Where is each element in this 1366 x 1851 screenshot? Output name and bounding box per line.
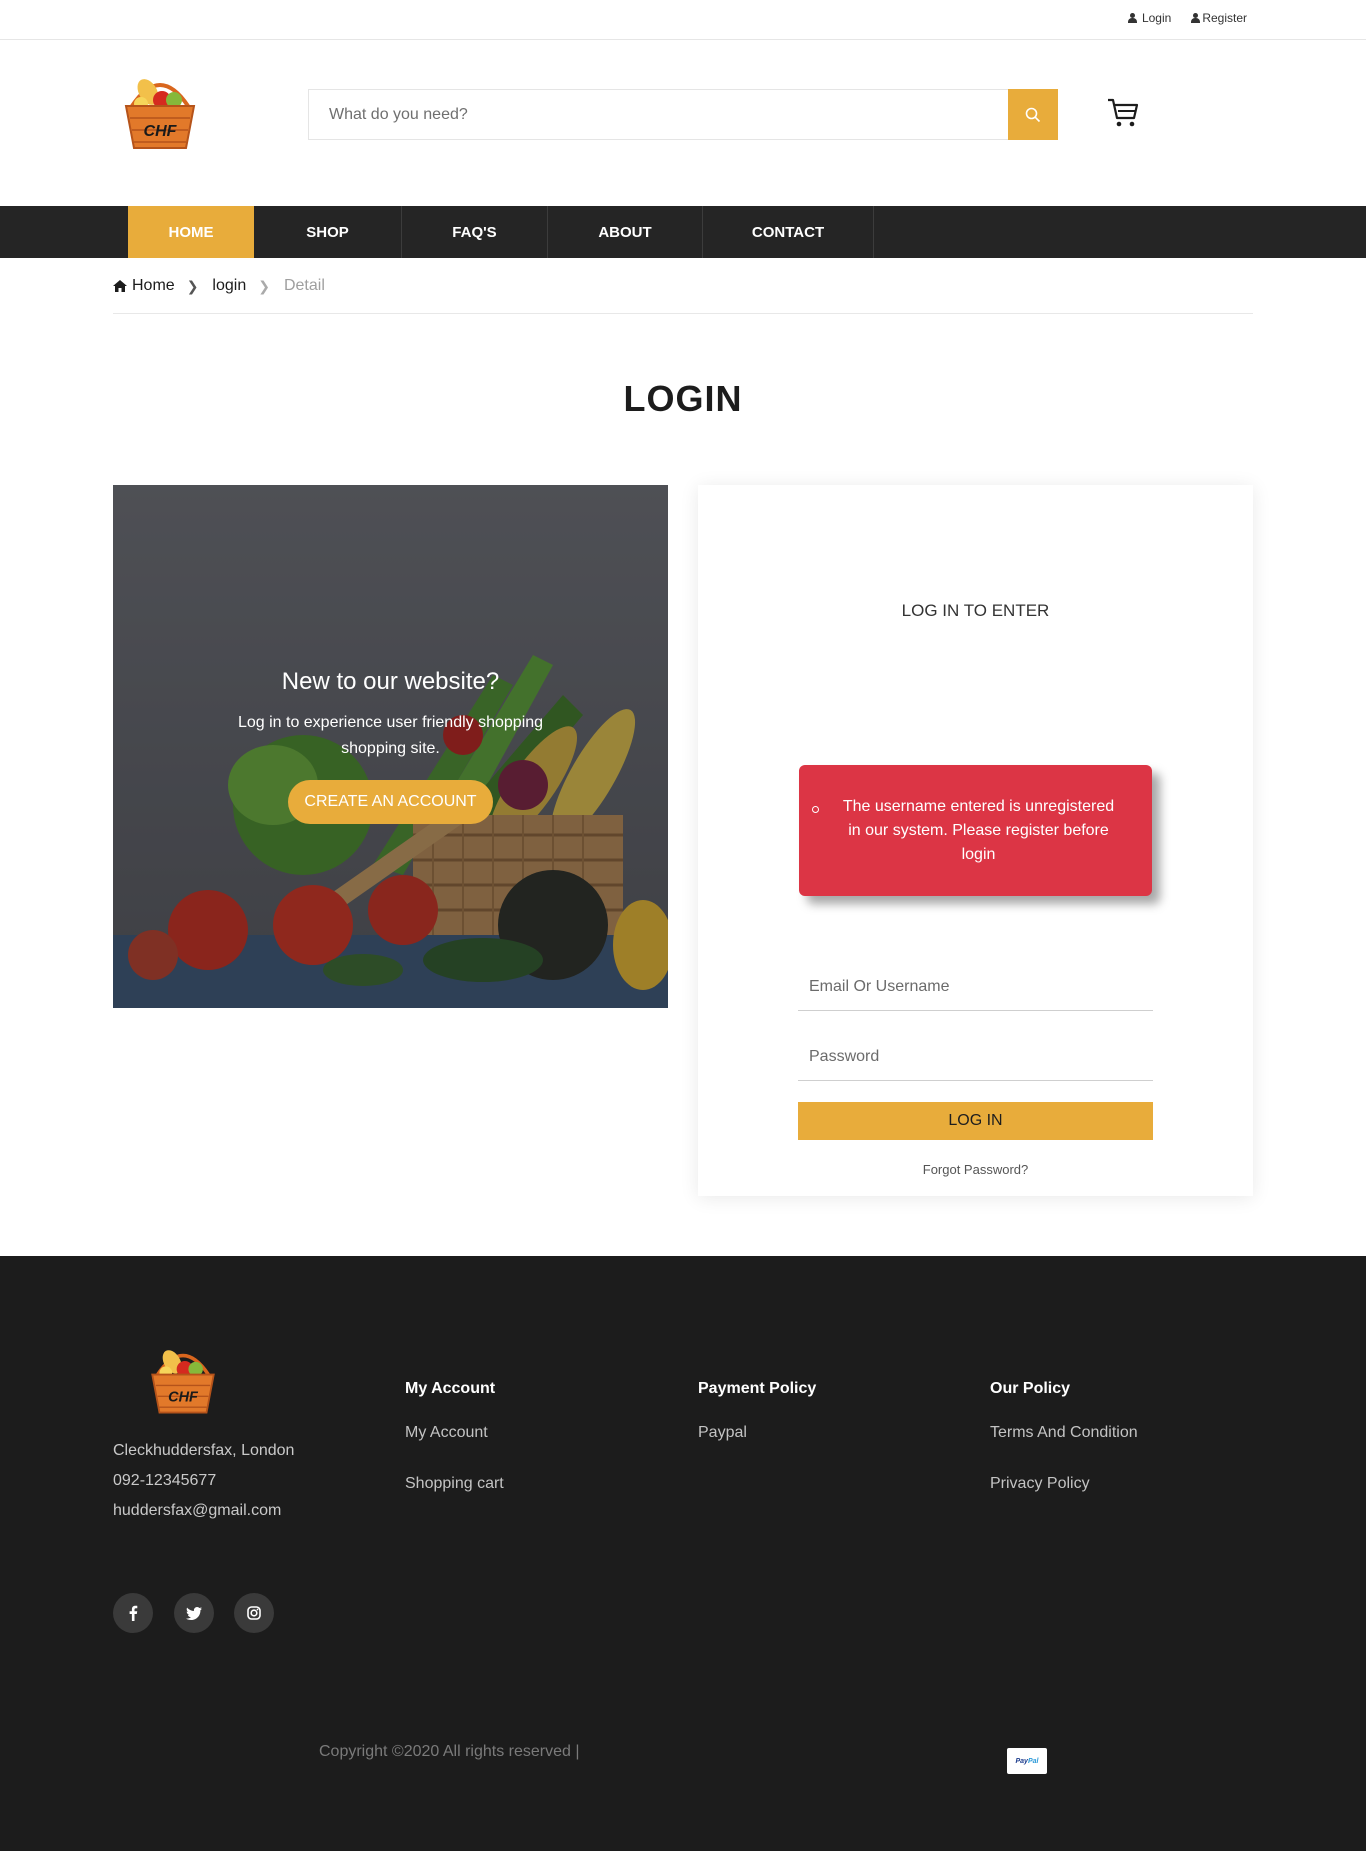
hero-heading: New to our website? [281, 668, 500, 695]
footer-link-my-account[interactable]: My Account [405, 1424, 504, 1442]
hero-content: New to our website? Log in to experience… [113, 668, 668, 824]
nav-item-faqs[interactable]: FAQ'S [402, 206, 548, 258]
register-link-label: Register [1202, 11, 1247, 25]
login-link-label: Login [1141, 11, 1172, 25]
footer-logo[interactable]: CHF [145, 1342, 221, 1418]
page-title: LOGIN [623, 378, 743, 419]
home-icon [113, 280, 127, 292]
chevron-right-icon: ❯ [186, 277, 199, 294]
cart-icon [1108, 98, 1139, 127]
footer: CHF Cleckhuddersfax, London 092-12345677… [0, 1256, 1366, 1851]
search-bar [308, 89, 1058, 140]
new-customer-panel: New to our website? Log in to experience… [113, 485, 668, 1008]
search-icon [1025, 107, 1041, 122]
footer-column-my-account: My Account My Account Shopping cart [405, 1380, 504, 1526]
search-button[interactable] [1008, 89, 1058, 140]
paypal-badge-pay: Pay [1015, 1757, 1028, 1765]
nav-item-about[interactable]: ABOUT [548, 206, 703, 258]
paypal-badge: Pay Pal [1007, 1748, 1047, 1774]
error-message: The username entered is unregistered in … [842, 798, 1115, 863]
account-links: Login Register [1127, 11, 1247, 25]
register-link[interactable]: Register [1191, 11, 1247, 25]
search-input[interactable] [309, 90, 1008, 139]
basket-logo-icon: CHF [151, 1350, 215, 1414]
site-logo[interactable]: CHF [118, 70, 202, 154]
footer-column-title: My Account [405, 1380, 496, 1397]
divider [113, 313, 1253, 314]
forgot-password-link[interactable]: Forgot Password? [698, 1162, 1253, 1177]
footer-link-shopping-cart[interactable]: Shopping cart [405, 1475, 504, 1493]
nav-item-home[interactable]: HOME [128, 206, 254, 258]
footer-column-title: Payment Policy [698, 1380, 817, 1397]
create-account-button[interactable]: CREATE AN ACCOUNT [288, 780, 493, 824]
login-card: LOG IN TO ENTER The username entered is … [698, 485, 1253, 1196]
user-icon [1127, 13, 1137, 23]
breadcrumb: Home ❯ login ❯ Detail [113, 277, 325, 295]
password-field-wrapper [798, 1033, 1153, 1081]
paypal-badge-pal: Pal [1027, 1757, 1039, 1765]
nav-item-contact[interactable]: CONTACT [703, 206, 874, 258]
copyright-text: Copyright ©2020 All rights reserved | [319, 1743, 580, 1760]
footer-logo-text: CHF [168, 1390, 199, 1406]
top-bar: Login Register [0, 0, 1366, 40]
password-field[interactable] [798, 1033, 1153, 1080]
footer-email: huddersfax@gmail.com [113, 1502, 282, 1519]
facebook-button[interactable] [113, 1593, 153, 1633]
breadcrumb-home[interactable]: Home [113, 277, 175, 295]
email-field-wrapper [798, 963, 1153, 1011]
footer-column-payment-policy: Payment Policy Paypal [698, 1380, 816, 1475]
breadcrumb-login[interactable]: login [212, 277, 246, 295]
chevron-right-icon: ❯ [258, 277, 270, 294]
bullet-icon [812, 806, 819, 813]
facebook-icon [129, 1605, 138, 1621]
twitter-icon [186, 1606, 202, 1620]
footer-column-title: Our Policy [990, 1380, 1071, 1397]
instagram-icon [247, 1606, 261, 1620]
cart-button[interactable] [1106, 96, 1140, 128]
main-nav: HOME SHOP FAQ'S ABOUT CONTACT [0, 206, 1366, 258]
user-icon [1191, 13, 1201, 23]
footer-column-our-policy: Our Policy Terms And Condition Privacy P… [990, 1380, 1138, 1526]
login-subtitle: LOG IN TO ENTER [901, 601, 1050, 620]
hero-text: Log in to experience user friendly shopp… [237, 714, 544, 757]
footer-contact: Cleckhuddersfax, London 092-12345677 hud… [113, 1436, 294, 1526]
footer-address: Cleckhuddersfax, London [113, 1442, 295, 1459]
email-field[interactable] [798, 963, 1153, 1010]
error-alert: The username entered is unregistered in … [799, 765, 1152, 896]
footer-link-terms[interactable]: Terms And Condition [990, 1424, 1138, 1442]
twitter-button[interactable] [174, 1593, 214, 1633]
footer-phone: 092-12345677 [113, 1472, 217, 1489]
breadcrumb-home-label: Home [132, 277, 175, 294]
login-button[interactable]: LOG IN [798, 1102, 1153, 1140]
footer-link-paypal[interactable]: Paypal [698, 1424, 816, 1442]
breadcrumb-current: Detail [283, 277, 325, 294]
login-link[interactable]: Login [1127, 11, 1172, 25]
nav-item-shop[interactable]: SHOP [254, 206, 402, 258]
basket-logo-icon: CHF [124, 79, 196, 149]
instagram-button[interactable] [234, 1593, 274, 1633]
logo-text: CHF [144, 123, 178, 140]
footer-link-privacy[interactable]: Privacy Policy [990, 1475, 1138, 1493]
